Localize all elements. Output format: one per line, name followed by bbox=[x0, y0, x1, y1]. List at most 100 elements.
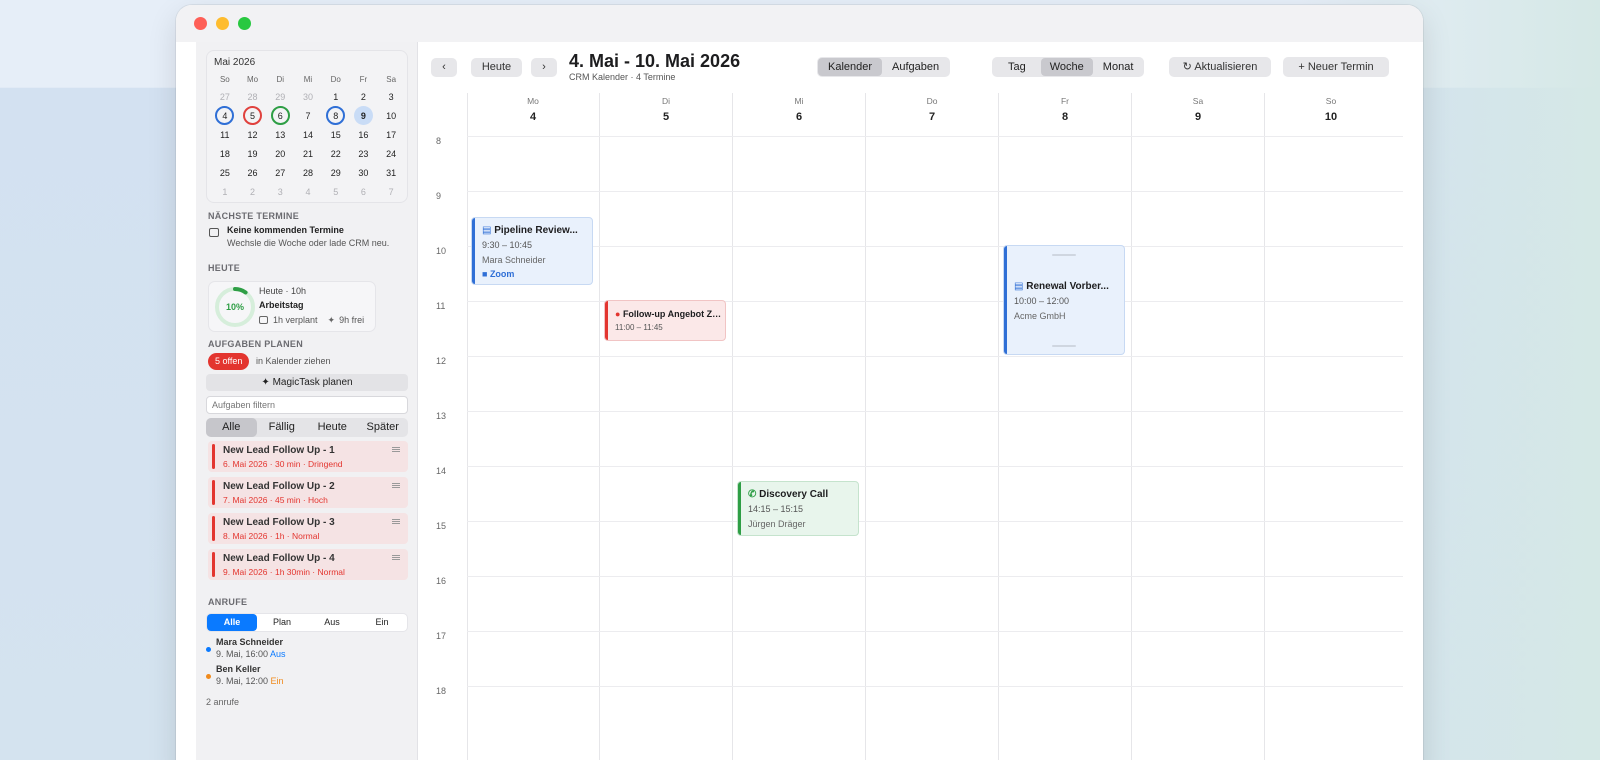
mini-calendar-day[interactable]: 18 bbox=[211, 144, 239, 163]
mini-calendar-day[interactable]: 2 bbox=[350, 87, 378, 106]
tab-kalender[interactable]: Kalender bbox=[818, 58, 883, 76]
tab-woche[interactable]: Woche bbox=[1040, 58, 1093, 76]
event-person: Mara Schneider bbox=[482, 255, 546, 265]
day-header-di[interactable]: Di 5 bbox=[600, 93, 732, 123]
drag-handle-icon[interactable] bbox=[392, 483, 400, 488]
mini-calendar-day[interactable]: 28 bbox=[239, 87, 267, 106]
refresh-button[interactable]: ↻ Aktualisieren bbox=[1169, 57, 1271, 77]
mini-calendar-day[interactable]: 11 bbox=[211, 125, 239, 144]
mini-calendar-day[interactable]: 6 bbox=[266, 106, 294, 125]
mini-day-number: 2 bbox=[360, 92, 366, 102]
mini-calendar-day[interactable]: 2 bbox=[239, 182, 267, 201]
task-item[interactable]: New Lead Follow Up - 2 7. Mai 2026 · 45 … bbox=[208, 477, 408, 508]
mini-calendar-day[interactable]: 23 bbox=[350, 144, 378, 163]
close-window-button[interactable] bbox=[194, 17, 207, 30]
app-window: Mai 2026 So Mo Di Mi Do Fr Sa 27 28 29 30 1 2 3 4 5 6 7 8 9… bbox=[176, 5, 1423, 760]
event-discovery-call[interactable]: ✆ Discovery Call 14:15 – 15:15 Jürgen Dr… bbox=[737, 481, 859, 536]
mini-calendar-day[interactable]: 30 bbox=[294, 87, 322, 106]
mini-day-number: 21 bbox=[302, 149, 313, 159]
tab-tag[interactable]: Tag bbox=[993, 58, 1041, 76]
mini-calendar-day[interactable]: 31 bbox=[377, 163, 405, 182]
drag-handle-icon[interactable] bbox=[392, 519, 400, 524]
mini-calendar-day[interactable]: 12 bbox=[239, 125, 267, 144]
day-header-mo[interactable]: Mo 4 bbox=[467, 93, 599, 123]
mini-calendar-day[interactable]: 3 bbox=[266, 182, 294, 201]
tab-heute[interactable]: Heute bbox=[307, 418, 358, 437]
tab-spaeter[interactable]: Später bbox=[358, 418, 409, 437]
tab-calls-aus[interactable]: Aus bbox=[307, 614, 357, 631]
mini-calendar-day[interactable]: 30 bbox=[350, 163, 378, 182]
zoom-window-button[interactable] bbox=[238, 17, 251, 30]
mini-calendar-day[interactable]: 3 bbox=[377, 87, 405, 106]
mini-calendar-day[interactable]: 1 bbox=[322, 87, 350, 106]
resize-handle-bottom[interactable] bbox=[1052, 345, 1076, 347]
hour-label: 18 bbox=[436, 686, 447, 696]
previous-week-button[interactable]: ‹ bbox=[431, 58, 457, 77]
mini-calendar-day[interactable]: 1 bbox=[211, 182, 239, 201]
event-renewal[interactable]: ▤ Renewal Vorber... 10:00 – 12:00 Acme G… bbox=[1003, 245, 1125, 355]
mini-calendar-day[interactable]: 21 bbox=[294, 144, 322, 163]
tab-monat[interactable]: Monat bbox=[1093, 58, 1144, 76]
priority-bar bbox=[212, 444, 215, 469]
hour-label: 14 bbox=[436, 466, 447, 476]
mini-calendar-day[interactable]: 22 bbox=[322, 144, 350, 163]
day-header-fr[interactable]: Fr 8 bbox=[999, 93, 1131, 123]
magictask-button[interactable]: ✦ MagicTask planen bbox=[206, 374, 408, 391]
next-week-button[interactable]: › bbox=[531, 58, 557, 77]
tab-alle[interactable]: Alle bbox=[206, 418, 257, 437]
task-title: New Lead Follow Up - 4 bbox=[223, 553, 335, 564]
tab-calls-alle[interactable]: Alle bbox=[207, 614, 257, 631]
task-item[interactable]: New Lead Follow Up - 4 9. Mai 2026 · 1h … bbox=[208, 549, 408, 580]
event-follow-up-angebot[interactable]: ● Follow-up Angebot ZC... 11:00 – 11:45 bbox=[604, 300, 726, 341]
tab-calls-plan[interactable]: Plan bbox=[257, 614, 307, 631]
mini-calendar-day[interactable]: 7 bbox=[294, 106, 322, 125]
mini-calendar-day[interactable]: 28 bbox=[294, 163, 322, 182]
mini-calendar-day[interactable]: 7 bbox=[377, 182, 405, 201]
day-header-sa[interactable]: Sa 9 bbox=[1132, 93, 1264, 123]
mini-calendar-day[interactable]: 14 bbox=[294, 125, 322, 144]
mini-calendar-day[interactable]: 27 bbox=[211, 87, 239, 106]
event-meeting-link[interactable]: ■ Zoom bbox=[482, 269, 514, 279]
minimize-window-button[interactable] bbox=[216, 17, 229, 30]
mini-calendar-day[interactable]: 15 bbox=[322, 125, 350, 144]
mini-day-number: 19 bbox=[247, 149, 258, 159]
mini-calendar-day[interactable]: 25 bbox=[211, 163, 239, 182]
drag-handle-icon[interactable] bbox=[392, 447, 400, 452]
mini-calendar-day[interactable]: 24 bbox=[377, 144, 405, 163]
day-header-do[interactable]: Do 7 bbox=[866, 93, 998, 123]
mini-calendar-day[interactable]: 19 bbox=[239, 144, 267, 163]
task-filter-input[interactable] bbox=[206, 396, 408, 414]
mini-calendar-day[interactable]: 29 bbox=[322, 163, 350, 182]
mini-calendar-day[interactable]: 6 bbox=[350, 182, 378, 201]
mini-calendar-day[interactable]: 8 bbox=[322, 106, 350, 125]
mini-calendar-day[interactable]: 9 bbox=[350, 106, 378, 125]
mini-calendar-day[interactable]: 26 bbox=[239, 163, 267, 182]
today-button[interactable]: Heute bbox=[471, 58, 522, 77]
calls-header: ANRUFE bbox=[208, 597, 248, 607]
task-item[interactable]: New Lead Follow Up - 1 6. Mai 2026 · 30 … bbox=[208, 441, 408, 472]
mini-calendar-day[interactable]: 4 bbox=[211, 106, 239, 125]
mini-calendar-day[interactable]: 5 bbox=[239, 106, 267, 125]
tab-calls-ein[interactable]: Ein bbox=[357, 614, 407, 631]
mini-calendar-day[interactable]: 13 bbox=[266, 125, 294, 144]
event-pipeline-review[interactable]: ▤ Pipeline Review... 9:30 – 10:45 Mara S… bbox=[471, 217, 593, 285]
day-header-mi[interactable]: Mi 6 bbox=[733, 93, 865, 123]
mini-calendar-day[interactable]: 27 bbox=[266, 163, 294, 182]
day-header-so[interactable]: So 10 bbox=[1265, 93, 1397, 123]
new-appointment-button[interactable]: + Neuer Termin bbox=[1283, 57, 1389, 77]
mini-calendar-day[interactable]: 20 bbox=[266, 144, 294, 163]
mini-calendar-day[interactable]: 4 bbox=[294, 182, 322, 201]
mini-calendar-day[interactable]: 16 bbox=[350, 125, 378, 144]
calendar-icon: ▤ bbox=[1014, 281, 1027, 292]
mini-calendar-day[interactable]: 17 bbox=[377, 125, 405, 144]
mini-calendar-day[interactable]: 10 bbox=[377, 106, 405, 125]
tab-aufgaben[interactable]: Aufgaben bbox=[882, 58, 949, 76]
drag-handle-icon[interactable] bbox=[392, 555, 400, 560]
resize-handle-top[interactable] bbox=[1052, 254, 1076, 256]
event-time: 9:30 – 10:45 bbox=[482, 240, 533, 250]
mini-calendar-day[interactable]: 29 bbox=[266, 87, 294, 106]
mini-calendar-day[interactable]: 5 bbox=[322, 182, 350, 201]
next-appointments-header: NÄCHSTE TERMINE bbox=[208, 211, 300, 221]
tab-faellig[interactable]: Fällig bbox=[257, 418, 308, 437]
task-item[interactable]: New Lead Follow Up - 3 8. Mai 2026 · 1h … bbox=[208, 513, 408, 544]
